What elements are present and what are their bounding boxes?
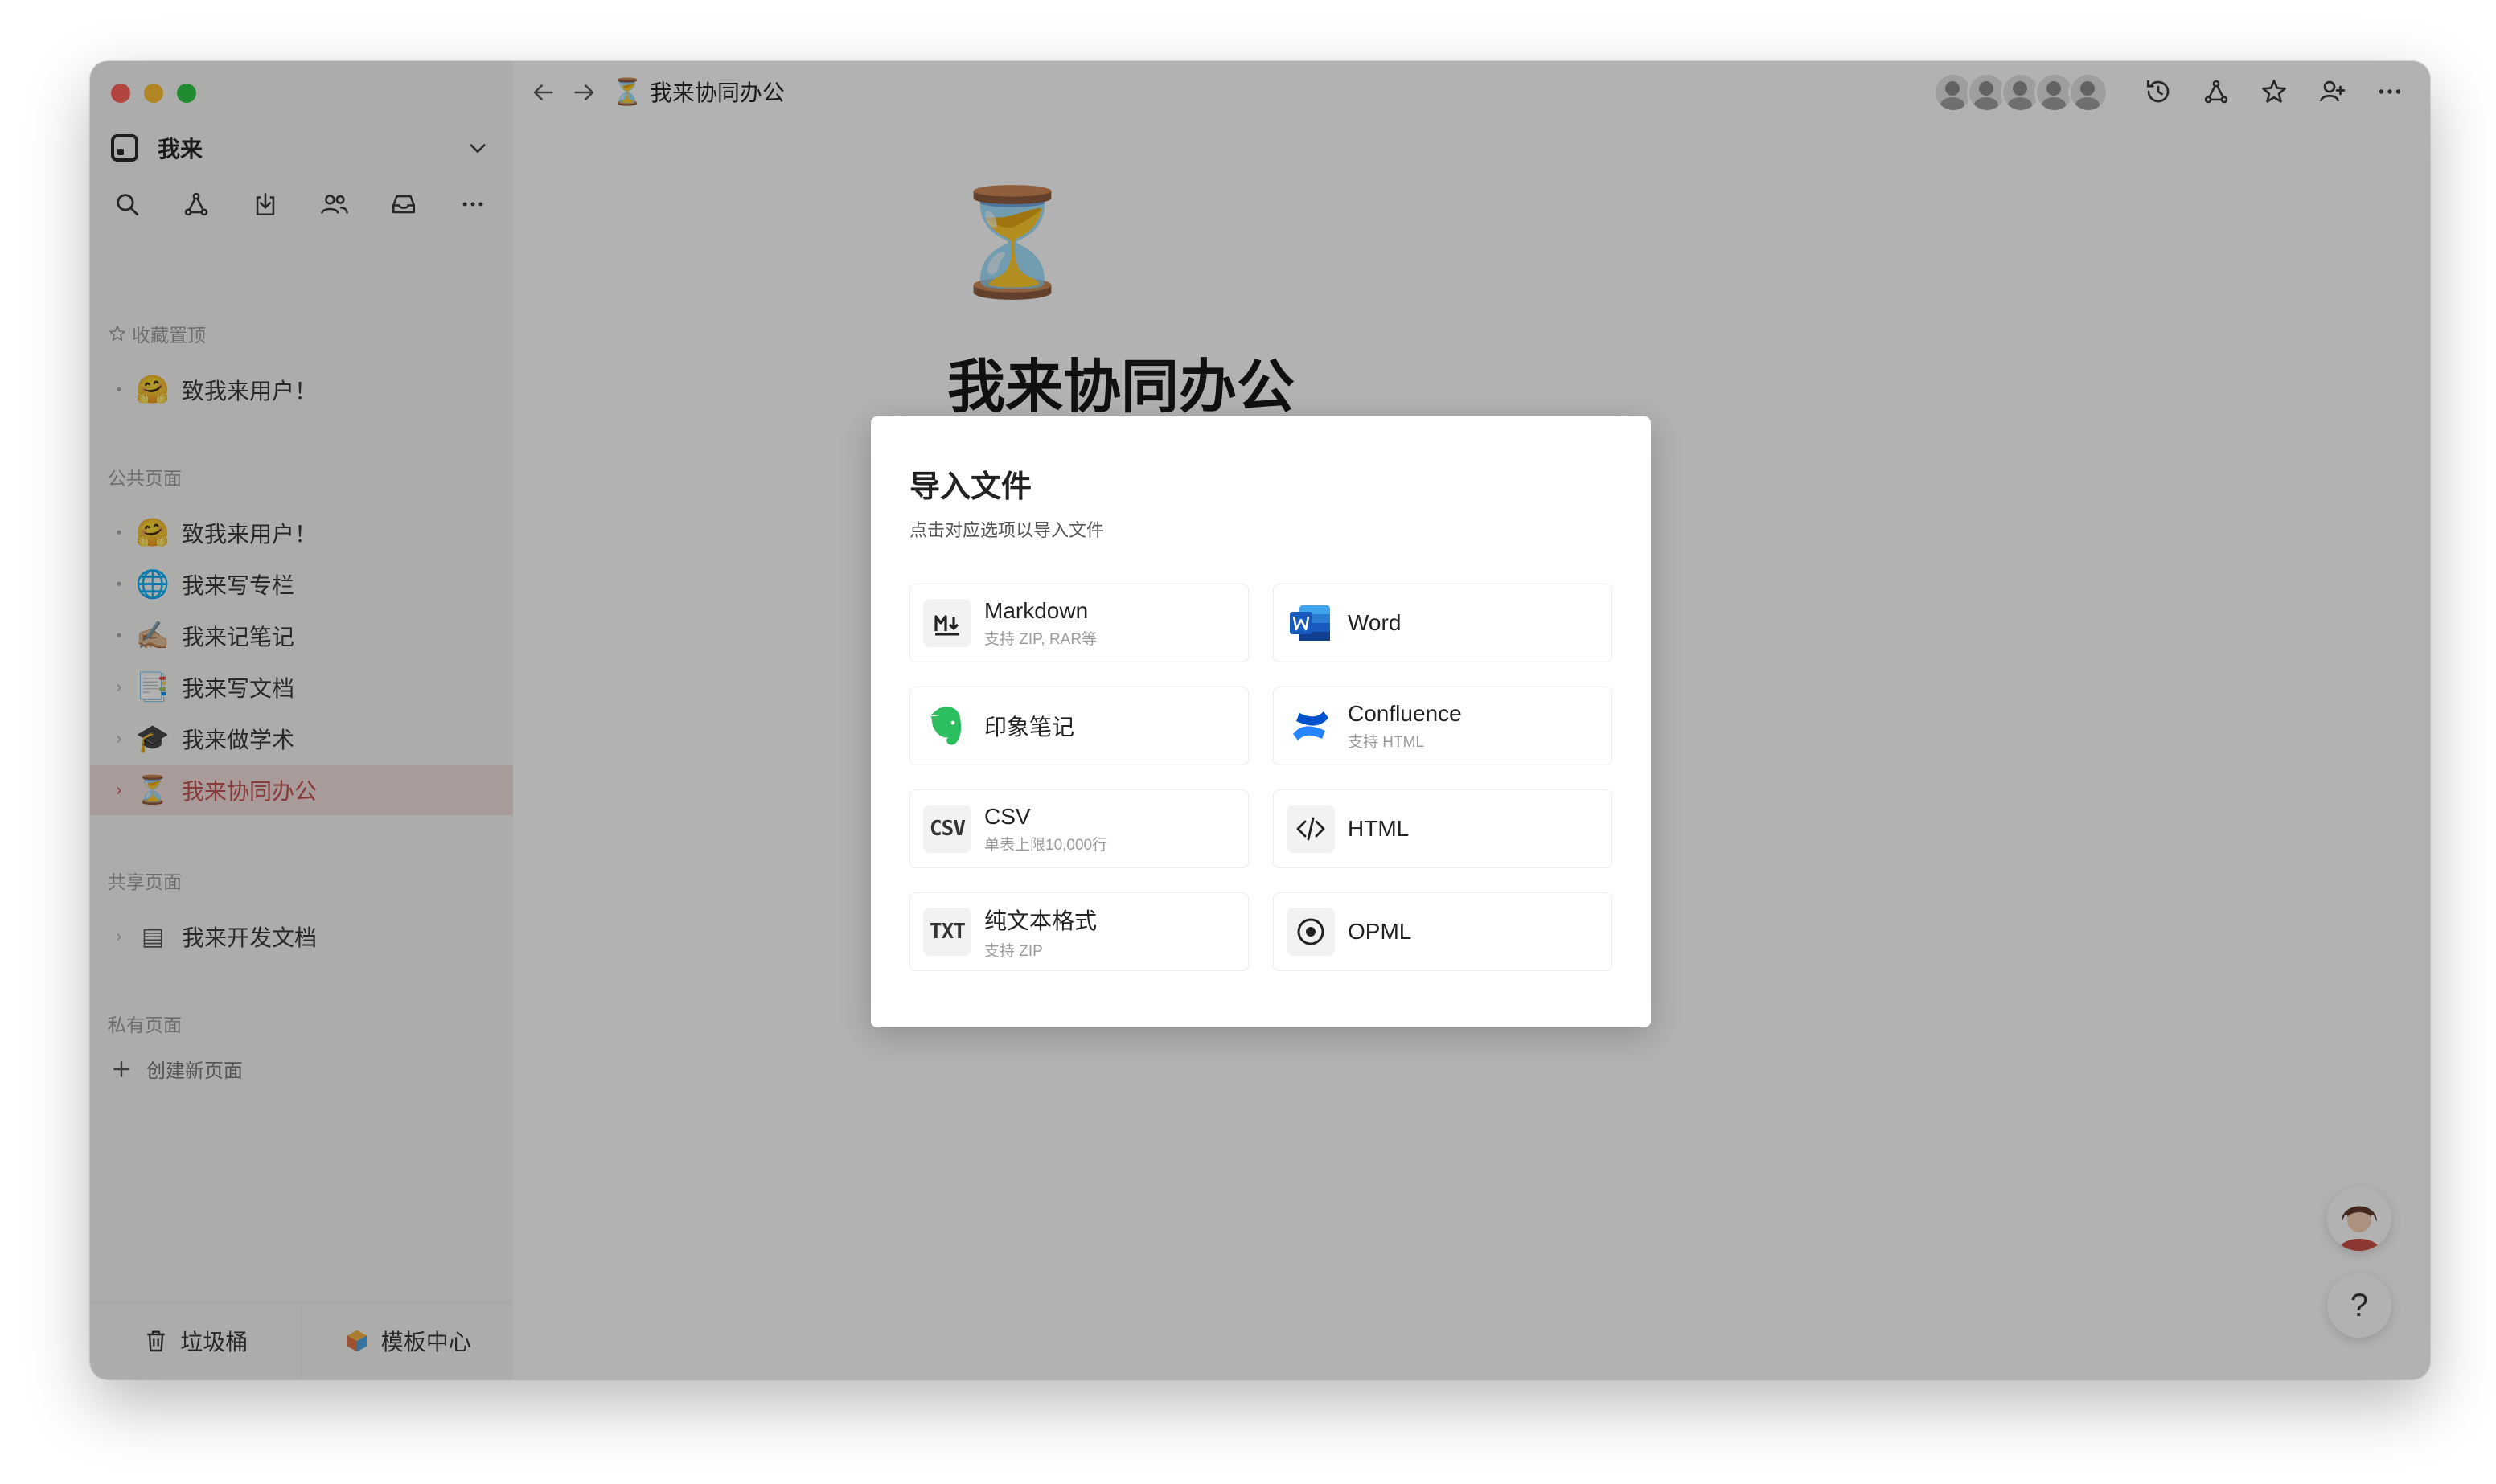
opml-icon: [1287, 908, 1335, 956]
import-html-option[interactable]: HTML: [1273, 789, 1612, 868]
import-markdown-option[interactable]: Markdown 支持 ZIP, RAR等: [909, 584, 1249, 662]
option-description: 支持 HTML: [1348, 733, 1425, 751]
csv-icon-text: CSV: [930, 817, 966, 841]
html-icon: [1287, 805, 1335, 853]
option-label: Markdown: [984, 597, 1089, 623]
import-opml-option[interactable]: OPML: [1273, 892, 1612, 971]
option-label: 纯文本格式: [984, 908, 1098, 933]
txt-icon-text: TXT: [930, 920, 966, 944]
app-window: 我来 收藏置顶 • 🤗 致我来用户！ 公共页面 • 🤗 致我来用户！ • 🌐 我…: [90, 61, 2430, 1379]
confluence-icon: [1287, 702, 1335, 750]
option-description: 支持 ZIP: [984, 942, 1043, 960]
option-label: CSV: [984, 803, 1031, 829]
option-description: 支持 ZIP, RAR等: [984, 630, 1098, 648]
markdown-icon: [923, 599, 971, 647]
import-csv-option[interactable]: CSV CSV 单表上限10,000行: [909, 789, 1249, 868]
option-label: 印象笔记: [984, 715, 1075, 740]
dialog-title: 导入文件: [909, 470, 1032, 504]
import-word-option[interactable]: Word: [1273, 584, 1612, 662]
option-label: Confluence: [1348, 700, 1462, 726]
option-label: Word: [1348, 610, 1402, 635]
option-description: 单表上限10,000行: [984, 836, 1108, 854]
import-dialog: 导入文件 点击对应选项以导入文件 Markdown 支持 ZIP, RAR等 W: [871, 416, 1651, 1027]
txt-icon: TXT: [923, 908, 971, 956]
import-options: Markdown 支持 ZIP, RAR等 Word 印象笔记 Confluen…: [909, 584, 1612, 971]
option-label: HTML: [1348, 816, 1410, 841]
import-confluence-option[interactable]: Confluence 支持 HTML: [1273, 687, 1612, 765]
import-evernote-option[interactable]: 印象笔记: [909, 687, 1249, 765]
evernote-icon: [923, 702, 971, 750]
import-txt-option[interactable]: TXT 纯文本格式 支持 ZIP: [909, 892, 1249, 971]
option-label: OPML: [1348, 919, 1412, 944]
csv-icon: CSV: [923, 805, 971, 853]
dialog-subtitle: 点击对应选项以导入文件: [909, 520, 1105, 540]
word-icon: [1287, 599, 1335, 647]
